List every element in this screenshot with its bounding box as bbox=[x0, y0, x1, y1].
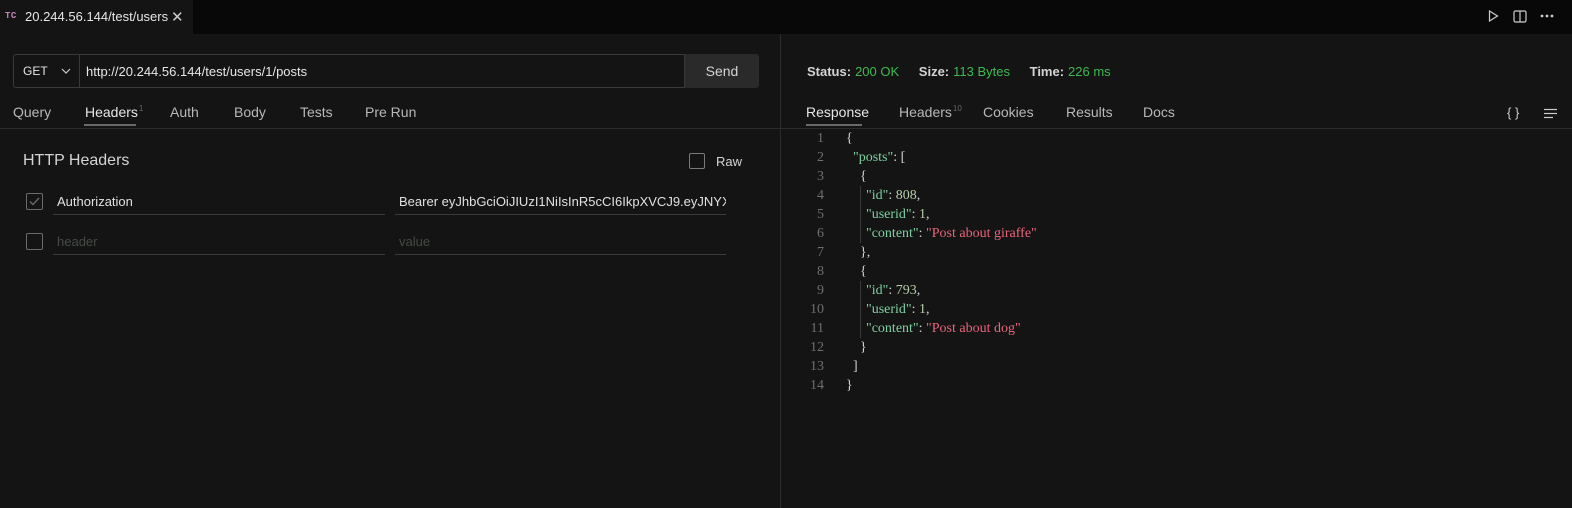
header-key-input[interactable]: header bbox=[53, 231, 385, 255]
time-label: Time: bbox=[1029, 64, 1065, 79]
header-value-field[interactable]: Bearer eyJhbGciOiJIUzI1NiIsInR5cCI6IkpXV… bbox=[395, 191, 726, 215]
header-row-checkbox[interactable] bbox=[26, 233, 43, 250]
close-icon[interactable]: ✕ bbox=[171, 8, 184, 26]
line-number: 14 bbox=[810, 378, 824, 393]
response-body[interactable]: 1{ 2 "posts": [ 3 { 4 "id": 808, 5 "user… bbox=[800, 129, 1560, 395]
menu-icon[interactable] bbox=[1543, 107, 1558, 122]
line-number: 5 bbox=[817, 207, 824, 222]
raw-label: Raw bbox=[716, 154, 743, 169]
active-tab-indicator bbox=[806, 124, 862, 126]
header-key-field[interactable]: Authorization bbox=[53, 191, 385, 215]
thunder-client-logo: TC bbox=[5, 11, 17, 21]
code-line: 6 "content": "Post about giraffe" bbox=[800, 224, 1560, 243]
tab-headers[interactable]: Headers1 bbox=[85, 104, 143, 120]
json-userid-value: 1 bbox=[919, 302, 927, 317]
split-editor-icon[interactable] bbox=[1513, 8, 1527, 24]
line-number: 2 bbox=[817, 150, 824, 165]
editor-tab-bar: TC 20.244.56.144/test/users ✕ bbox=[0, 0, 1572, 34]
tab-label: Response bbox=[806, 104, 870, 120]
json-content-value: Post about giraffe bbox=[931, 226, 1032, 241]
line-number: 13 bbox=[810, 359, 824, 374]
tab-body[interactable]: Body bbox=[234, 104, 266, 120]
line-number: 8 bbox=[817, 264, 824, 279]
tab-label: Pre Run bbox=[365, 104, 417, 120]
tab-label: Body bbox=[234, 104, 266, 120]
line-number: 11 bbox=[810, 321, 824, 336]
line-number: 3 bbox=[817, 169, 824, 184]
tab-pre-run[interactable]: Pre Run bbox=[365, 104, 416, 120]
json-id-value: 808 bbox=[895, 188, 917, 203]
code-line: 9 "id": 793, bbox=[800, 281, 1560, 300]
tab-docs[interactable]: Docs bbox=[1143, 104, 1175, 120]
json-id-value: 793 bbox=[895, 283, 917, 298]
url-input[interactable]: http://20.244.56.144/test/users/1/posts bbox=[79, 54, 685, 88]
code-line: 5 "userid": 1, bbox=[800, 205, 1560, 224]
tab-label: Tests bbox=[300, 104, 333, 120]
code-line: 7 }, bbox=[800, 243, 1560, 262]
line-number: 12 bbox=[810, 340, 824, 355]
tab-label: Headers bbox=[85, 104, 138, 120]
method-value: GET bbox=[23, 64, 48, 78]
tab-badge: 10 bbox=[952, 104, 962, 114]
line-number: 1 bbox=[817, 131, 824, 146]
code-line: 8 { bbox=[800, 262, 1560, 281]
json-userid-value: 1 bbox=[919, 207, 927, 222]
tab-tests[interactable]: Tests bbox=[300, 104, 333, 120]
divider bbox=[0, 128, 780, 129]
response-status-line: Status: 200 OK Size: 113 Bytes Time: 226 ms bbox=[807, 64, 1127, 79]
status-value: 200 OK bbox=[855, 64, 900, 79]
format-json-icon[interactable]: { } bbox=[1507, 105, 1519, 120]
editor-tab-title: 20.244.56.144/test/users bbox=[25, 9, 169, 24]
check-icon bbox=[29, 197, 40, 206]
tab-query[interactable]: Query bbox=[13, 104, 51, 120]
line-number: 10 bbox=[810, 302, 824, 317]
more-icon[interactable] bbox=[1540, 8, 1554, 24]
run-icon[interactable] bbox=[1486, 8, 1500, 24]
code-line: 2 "posts": [ bbox=[800, 148, 1560, 167]
time-value: 226 ms bbox=[1068, 64, 1111, 79]
tab-label: Results bbox=[1066, 104, 1113, 120]
code-line: 4 "id": 808, bbox=[800, 186, 1560, 205]
header-row-checkbox[interactable] bbox=[26, 193, 43, 210]
editor-tab[interactable]: TC 20.244.56.144/test/users ✕ bbox=[0, 0, 193, 34]
code-line: 3 { bbox=[800, 167, 1560, 186]
tab-label: Docs bbox=[1143, 104, 1175, 120]
send-button[interactable]: Send bbox=[685, 54, 759, 88]
tab-response-headers[interactable]: Headers10 bbox=[899, 104, 962, 120]
line-number: 7 bbox=[817, 245, 824, 260]
tab-response[interactable]: Response bbox=[806, 104, 869, 120]
chevron-down-icon bbox=[60, 65, 72, 80]
json-content-value: Post about dog bbox=[931, 321, 1015, 336]
method-select[interactable]: GET bbox=[13, 54, 79, 88]
tab-label: Query bbox=[13, 104, 52, 120]
tab-label: Auth bbox=[170, 104, 199, 120]
code-line: 13 ] bbox=[800, 357, 1560, 376]
line-number: 4 bbox=[817, 188, 824, 203]
code-line: 12 } bbox=[800, 338, 1560, 357]
header-value-input[interactable]: value bbox=[395, 231, 726, 255]
code-line: 11 "content": "Post about dog" bbox=[800, 319, 1560, 338]
tab-label: Cookies bbox=[983, 104, 1034, 120]
code-line: 1{ bbox=[800, 129, 1560, 148]
tab-auth[interactable]: Auth bbox=[170, 104, 199, 120]
code-line: 10 "userid": 1, bbox=[800, 300, 1560, 319]
status-label: Status: bbox=[807, 64, 852, 79]
tab-cookies[interactable]: Cookies bbox=[983, 104, 1034, 120]
raw-checkbox[interactable] bbox=[689, 153, 705, 169]
line-number: 6 bbox=[817, 226, 824, 241]
tab-label: Headers bbox=[899, 104, 952, 120]
response-tabs: Response Headers10 Cookies Results Docs bbox=[781, 104, 1572, 128]
http-headers-title: HTTP Headers bbox=[23, 152, 130, 169]
tab-results[interactable]: Results bbox=[1066, 104, 1113, 120]
size-label: Size: bbox=[918, 64, 950, 79]
size-value: 113 Bytes bbox=[953, 64, 1010, 79]
active-tab-indicator bbox=[84, 124, 136, 126]
editor-actions bbox=[1486, 8, 1554, 24]
tab-badge: 1 bbox=[138, 104, 144, 114]
code-line: 14} bbox=[800, 376, 1560, 395]
line-number: 9 bbox=[817, 283, 824, 298]
